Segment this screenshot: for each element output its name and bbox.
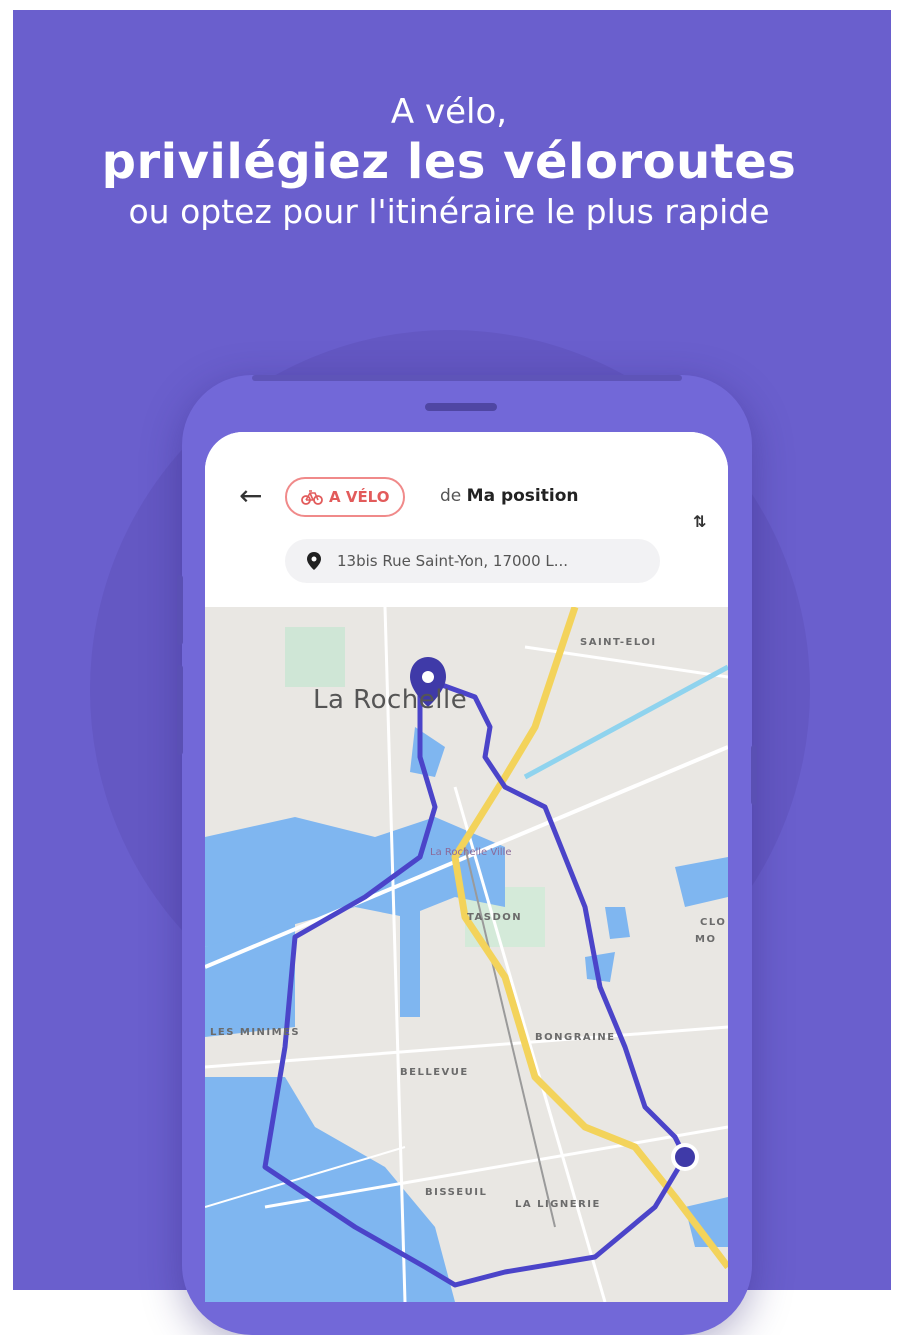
headline-line-3: ou optez pour l'itinéraire le plus rapid… (128, 192, 770, 231)
map-place-label: LES MINIMES (210, 1027, 301, 1038)
map-place-label: TASDON (467, 912, 523, 923)
map-place-label: BISSEUIL (425, 1187, 488, 1198)
phone-volume-button (177, 575, 183, 645)
map-place-label: BONGRAINE (535, 1032, 616, 1043)
destination-field[interactable]: 13bis Rue Saint-Yon, 17000 L... (285, 539, 660, 583)
origin-prefix: de (440, 486, 462, 506)
swap-vertical-icon: ⇅ (693, 512, 707, 531)
map-city-label: La Rochelle (313, 685, 468, 715)
phone-screen: ← A VÉLO de Ma position ⇅ 13bis Rue Sain… (205, 432, 728, 1302)
headline-line-2: privilégiez les véloroutes (101, 134, 797, 190)
phone-speaker (425, 403, 497, 411)
bicycle-icon (301, 490, 323, 505)
map-place-label: BELLEVUE (400, 1067, 469, 1078)
origin-value: Ma position (466, 486, 579, 506)
map-place-label: LA LIGNERIE (515, 1199, 601, 1210)
location-pin-icon (307, 552, 321, 570)
map-place-label: SAINT-ELOI (580, 637, 657, 648)
swap-button[interactable]: ⇅ (693, 512, 706, 531)
map-view[interactable]: La Rochelle SAINT-ELOI La Rochelle Ville… (205, 605, 728, 1302)
origin-text[interactable]: de Ma position (440, 486, 579, 506)
mode-chip-bike[interactable]: A VÉLO (285, 477, 406, 517)
map-place-label: MO (695, 934, 717, 945)
phone-power-button (751, 745, 757, 805)
phone-volume-button (177, 665, 183, 755)
map-station-label: La Rochelle Ville (430, 847, 512, 858)
phone-top-edge (252, 375, 682, 381)
back-button[interactable]: ← (239, 482, 262, 510)
headline: A vélo, privilégiez les véloroutes ou op… (0, 90, 898, 234)
arrow-left-icon: ← (239, 479, 263, 512)
destination-value: 13bis Rue Saint-Yon, 17000 L... (337, 552, 569, 570)
headline-line-1: A vélo, (390, 92, 508, 132)
map-place-label: CLO (700, 917, 727, 928)
mode-label: A VÉLO (329, 488, 390, 506)
route-header: ← A VÉLO de Ma position ⇅ 13bis Rue Sain… (205, 432, 728, 607)
